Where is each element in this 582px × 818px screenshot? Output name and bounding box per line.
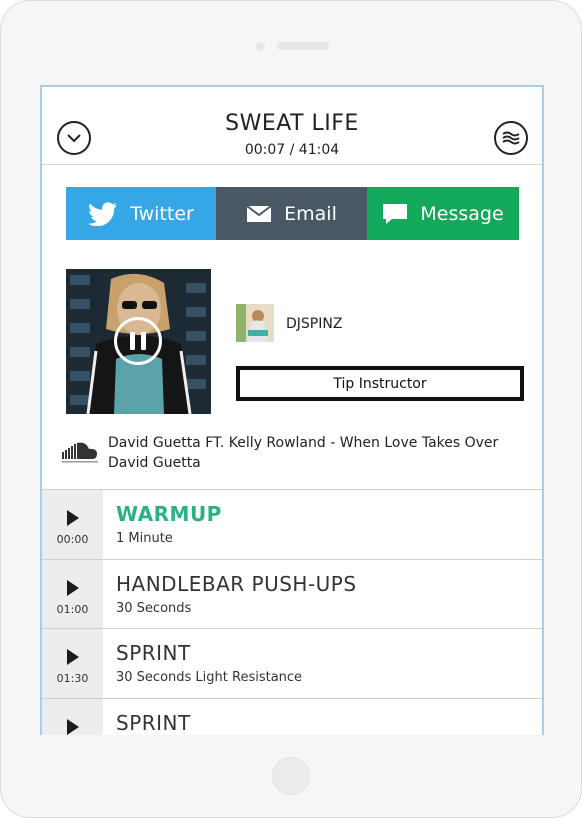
message-label: Message (420, 202, 504, 225)
speaker-grille (277, 42, 329, 50)
twitter-share-button[interactable]: Twitter (66, 187, 216, 240)
segment-start-time: 00:00 (56, 533, 89, 546)
twitter-bird-icon (88, 201, 118, 226)
list-item[interactable]: SPRINT (42, 697, 542, 735)
row-play-cell[interactable]: 00:00 (42, 490, 103, 559)
list-item[interactable]: 00:00 WARMUP 1 Minute (42, 489, 542, 559)
header: SWEAT LIFE 00:07 / 41:04 (42, 87, 542, 165)
camera (256, 42, 265, 51)
list-item[interactable]: 01:30 SPRINT 30 Seconds Light Resistance (42, 628, 542, 698)
tip-instructor-button[interactable]: Tip Instructor (236, 366, 524, 401)
email-label: Email (284, 202, 337, 225)
email-share-button[interactable]: Email (216, 187, 367, 240)
segment-description: 1 Minute (116, 531, 173, 546)
album-art[interactable] (66, 269, 211, 414)
segment-name: WARMUP (116, 502, 222, 526)
play-icon[interactable] (67, 510, 79, 526)
segment-start-time: 01:30 (56, 672, 89, 685)
workout-playlist: 00:00 WARMUP 1 Minute 01:00 HANDLEBAR PU… (42, 489, 542, 735)
row-play-cell[interactable]: 01:30 (42, 629, 103, 698)
segment-name: SPRINT (116, 641, 191, 665)
home-button[interactable] (272, 757, 310, 795)
waves-circle-icon[interactable] (494, 121, 528, 155)
tablet-frame: SWEAT LIFE 00:07 / 41:04 Twitter Email M… (0, 0, 582, 818)
track-title: David Guetta FT. Kelly Rowland - When Lo… (108, 435, 499, 451)
segment-description: 30 Seconds (116, 600, 192, 616)
list-item[interactable]: 01:00 HANDLEBAR PUSH-UPS 30 Seconds (42, 558, 542, 628)
envelope-icon (246, 204, 272, 223)
track-artist: David Guetta (108, 455, 201, 471)
segment-description: 30 Seconds Light Resistance (116, 670, 303, 685)
page-title: SWEAT LIFE (225, 111, 359, 136)
dj-name[interactable]: DJSPINZ (286, 316, 342, 332)
play-icon[interactable] (67, 649, 79, 665)
row-play-cell[interactable] (42, 698, 103, 735)
segment-start-time: 01:00 (56, 602, 89, 616)
segment-name: SPRINT (116, 710, 191, 735)
pause-icon[interactable] (114, 317, 162, 365)
chat-bubble-icon (382, 202, 408, 226)
play-icon[interactable] (67, 718, 79, 735)
row-play-cell[interactable]: 01:00 (42, 559, 103, 628)
segment-name: HANDLEBAR PUSH-UPS (116, 571, 357, 596)
play-icon[interactable] (67, 579, 79, 596)
app-screen: SWEAT LIFE 00:07 / 41:04 Twitter Email M… (40, 85, 544, 735)
playback-timer: 00:07 / 41:04 (244, 142, 340, 158)
soundcloud-icon[interactable] (62, 441, 98, 467)
avatar (236, 304, 274, 342)
twitter-label: Twitter (130, 202, 194, 225)
message-share-button[interactable]: Message (367, 187, 519, 240)
